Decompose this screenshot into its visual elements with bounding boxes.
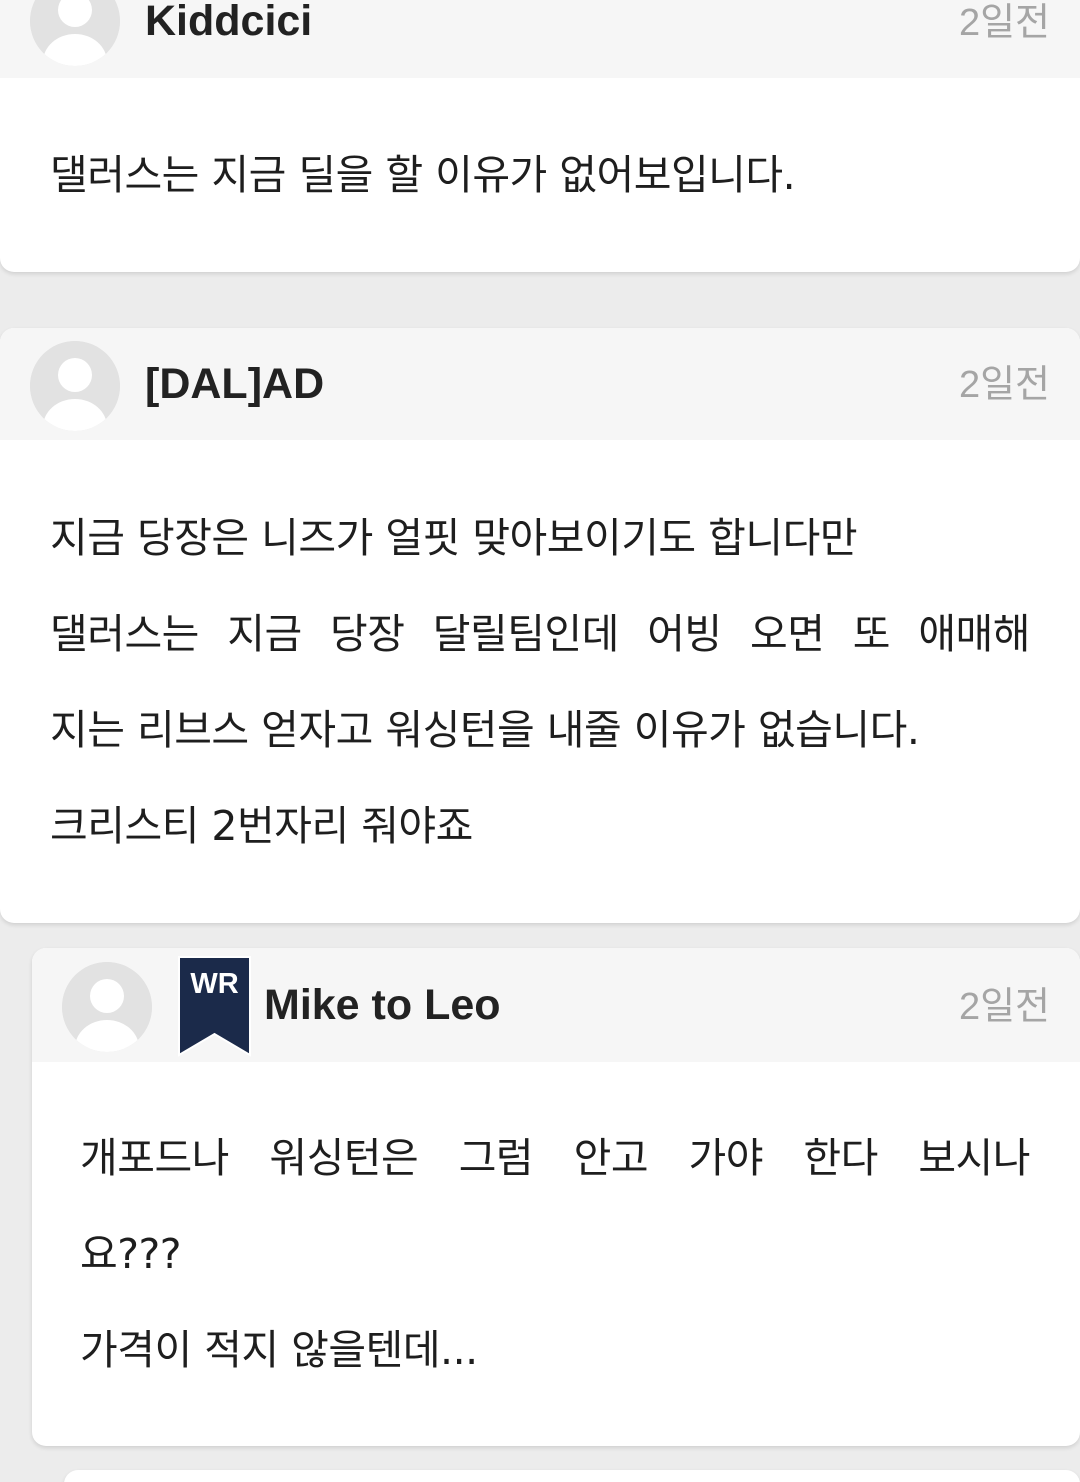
author-name[interactable]: Mike to Leo <box>264 984 501 1027</box>
comment-line: 크리스티 2번자리 줘야죠 <box>50 802 473 850</box>
reply-card: WR Mike to Leo 2일전 개포드나 워싱턴은 그럼 안고 가야 한다… <box>32 948 1080 1446</box>
reply-card <box>64 1470 1080 1482</box>
comment-line: 요??? <box>80 1230 182 1278</box>
author-name[interactable]: [DAL]AD <box>145 363 324 406</box>
comment-card: Kiddcici 2일전 댈러스는 지금 딜을 할 이유가 없어보입니다. <box>0 0 1080 272</box>
comment-line: 지는 리브스 얻자고 워싱턴을 내줄 이유가 없습니다. <box>50 706 920 754</box>
user-silhouette-icon <box>30 0 120 66</box>
comment-list: Kiddcici 2일전 댈러스는 지금 딜을 할 이유가 없어보입니다. [D… <box>0 0 1080 1482</box>
comment-line: 댈러스는 지금 딜을 할 이유가 없어보입니다. <box>50 151 796 199</box>
writer-badge: WR <box>176 954 253 1058</box>
avatar[interactable] <box>30 0 120 66</box>
writer-badge-label: WR <box>190 968 239 1000</box>
author-name[interactable]: Kiddcici <box>145 0 312 43</box>
comment-body: 개포드나 워싱턴은 그럼 안고 가야 한다 보시나 요??? 가격이 적지 않을… <box>80 1110 1031 1398</box>
comment-card: [DAL]AD 2일전 지금 당장은 니즈가 얼핏 맞아보이기도 합니다만 댈러… <box>0 328 1080 923</box>
comment-line: 지금 당장은 니즈가 얼핏 맞아보이기도 합니다만 <box>50 514 858 562</box>
comment-header: Kiddcici 2일전 <box>0 0 1080 78</box>
user-silhouette-icon <box>30 341 120 431</box>
avatar[interactable] <box>62 962 152 1052</box>
comment-body: 지금 당장은 니즈가 얼핏 맞아보이기도 합니다만 댈러스는 지금 당장 달릴팀… <box>50 490 1031 874</box>
comment-header: WR Mike to Leo 2일전 <box>32 948 1080 1062</box>
comment-line: 개포드나 워싱턴은 그럼 안고 가야 한다 보시나 <box>80 1134 1031 1182</box>
avatar[interactable] <box>30 341 120 431</box>
comment-header: [DAL]AD 2일전 <box>0 328 1080 440</box>
user-silhouette-icon <box>62 962 152 1052</box>
comment-line: 가격이 적지 않을텐데... <box>80 1326 478 1374</box>
comment-time: 2일전 <box>958 364 1050 406</box>
comment-time: 2일전 <box>958 986 1050 1028</box>
comment-time: 2일전 <box>958 2 1050 44</box>
comment-line: 댈러스는 지금 당장 달릴팀인데 어빙 오면 또 애매해 <box>50 610 1031 658</box>
comment-body: 댈러스는 지금 딜을 할 이유가 없어보입니다. <box>50 127 796 223</box>
